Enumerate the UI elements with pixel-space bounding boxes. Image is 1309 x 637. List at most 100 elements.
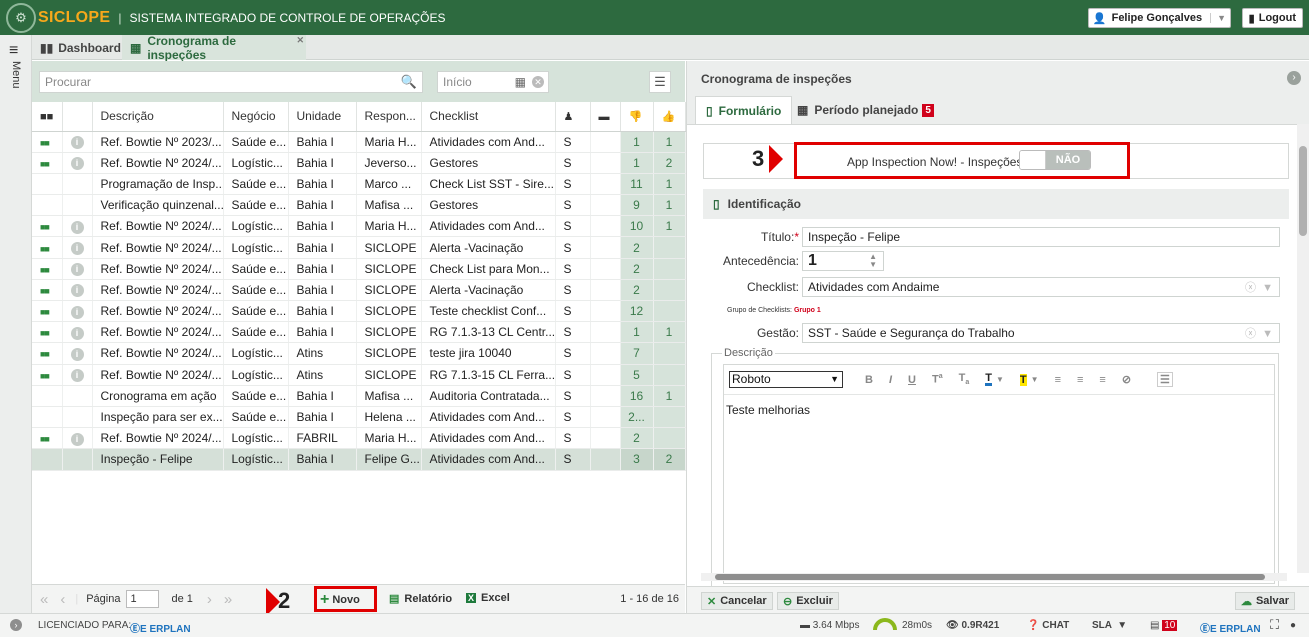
vertical-scrollbar[interactable] [1297, 124, 1309, 573]
scroll-thumb[interactable] [1299, 146, 1307, 236]
fullscreen-icon[interactable]: ⛶ [1270, 617, 1279, 633]
col-group-header[interactable]: ♟ [555, 102, 591, 132]
hamburger-icon[interactable]: ≡ [9, 42, 18, 60]
tab-cronograma[interactable]: ▦ Cronograma de inspeções ✕ [122, 34, 306, 62]
info-icon[interactable]: i [70, 369, 84, 383]
more-options-icon[interactable]: ☰ [1157, 372, 1173, 387]
calendar-icon[interactable]: ▦ [515, 75, 526, 89]
search-icon[interactable]: 🔍 [401, 74, 417, 90]
table-row[interactable]: Inspeção - Felipe Logístic... Bahia I Felip… [32, 448, 686, 471]
info-icon[interactable]: i [70, 136, 84, 150]
notifications[interactable]: ▤ 10 [1150, 620, 1178, 631]
table-row[interactable]: ■■ i Ref. Bowtie Nº 2023/... Saúde e... Bahi… [32, 131, 686, 153]
first-page-icon[interactable]: « [40, 591, 48, 608]
table-row[interactable]: ■■ i Ref. Bowtie Nº 2024/... Saúde e... Bahi… [32, 321, 686, 344]
info-icon[interactable]: i [70, 347, 84, 361]
close-tab-icon[interactable]: ✕ [296, 35, 304, 46]
next-page-icon[interactable]: › [207, 591, 212, 608]
table-row[interactable]: Inspeção para ser ex... Saúde e... Bahia I… [32, 406, 686, 429]
user-menu-button[interactable]: 👤 Felipe Gonçalves ▼ [1087, 8, 1231, 28]
info-icon[interactable]: i [70, 220, 84, 234]
table-row[interactable]: ■■ i Ref. Bowtie Nº 2024/... Logístic... Ati… [32, 364, 686, 386]
table-row[interactable]: ■■ i Ref. Bowtie Nº 2024/... Logístic... Bah… [32, 236, 686, 259]
gestao-select[interactable]: SST - Saúde e Segurança do Trabalho ⓧ ▼ [802, 323, 1280, 343]
col-negocio-header[interactable]: Negócio [223, 102, 289, 132]
col-unidade-header[interactable]: Unidade [288, 102, 357, 132]
scroll-thumb[interactable] [715, 574, 1265, 580]
info-icon[interactable]: i [70, 305, 84, 319]
table-row[interactable]: Programação de Insp... Saúde e... Bahia IM… [32, 173, 686, 196]
sla-menu[interactable]: SLA ▼ [1092, 620, 1127, 631]
horizontal-scrollbar[interactable] [701, 573, 1287, 581]
align-left-icon[interactable]: ≡ [1055, 374, 1061, 386]
titulo-input[interactable]: Inspeção - Felipe [802, 227, 1280, 247]
col-info-header[interactable] [62, 102, 93, 132]
delete-button[interactable]: ⊖ Excluir [777, 592, 839, 610]
info-icon[interactable]: i [70, 284, 84, 298]
col-briefcase-header[interactable]: ▬ [590, 102, 621, 132]
align-right-icon[interactable]: ≡ [1099, 374, 1105, 386]
info-icon[interactable]: i [70, 242, 84, 256]
table-row[interactable]: ■■ i Ref. Bowtie Nº 2024/... Saúde e... Bahi… [32, 258, 686, 280]
last-page-icon[interactable]: » [224, 591, 232, 608]
menu-label[interactable]: Menu [10, 61, 22, 89]
highlight-icon[interactable]: T [1019, 373, 1027, 386]
tab-formulario[interactable]: ▯ Formulário [695, 96, 793, 124]
table-row[interactable]: ■■ i Ref. Bowtie Nº 2024/... Logístic... Ati… [32, 342, 686, 365]
table-row[interactable]: Verificação quinzenal... Saúde e... Bahia … [32, 194, 686, 217]
col-descricao-header[interactable]: Descrição [92, 102, 224, 132]
checklist-select[interactable]: Atividades com Andaime ⓧ ▼ [802, 277, 1280, 297]
italic-icon[interactable]: I [889, 374, 892, 386]
tab-periodo-planejado[interactable]: ▦ Período planejado 5 [787, 96, 944, 124]
description-text[interactable]: Teste melhorias [726, 403, 810, 417]
report-button[interactable]: ▤ Relatório [389, 592, 452, 606]
logout-button[interactable]: ▮ Logout [1241, 8, 1303, 28]
excel-button[interactable]: X Excel [466, 592, 510, 604]
section-identificacao[interactable]: ▯ Identificação [703, 189, 1289, 219]
align-center-icon[interactable]: ≡ [1077, 374, 1083, 386]
table-row[interactable]: ■■ i Ref. Bowtie Nº 2024/... Logístic... Bah… [32, 152, 686, 174]
table-row[interactable]: Cronograma em ação Saúde e... Bahia I Mafis… [32, 385, 686, 407]
link-icon[interactable]: ⊘ [1122, 373, 1131, 386]
chat-button[interactable]: ❓ CHAT [1027, 620, 1069, 631]
clear-and-dropdown-icon[interactable]: ⓧ ▼ [1245, 325, 1273, 343]
col-thumbs-down-header[interactable]: 👎 [620, 102, 654, 132]
col-thumbs-up-header[interactable]: 👍 [653, 102, 686, 132]
cancel-button[interactable]: ✕ Cancelar [701, 592, 773, 610]
search-input[interactable]: Procurar 🔍 [39, 71, 423, 93]
col-responsavel-header[interactable]: Respon... [356, 102, 422, 132]
collapse-panel-icon[interactable]: › [1287, 71, 1301, 85]
info-icon[interactable]: i [70, 157, 84, 171]
settings-icon[interactable]: ● [1290, 620, 1296, 631]
expand-icon[interactable]: › [10, 619, 22, 631]
chevron-down-icon[interactable]: ▼ [996, 375, 1004, 384]
superscript-icon[interactable]: Ta [932, 373, 943, 386]
table-row[interactable]: ■■ i Ref. Bowtie Nº 2024/... Saúde e... Bahi… [32, 279, 686, 302]
tab-dashboard[interactable]: ▮▮ Dashboard [32, 35, 122, 60]
antecedencia-stepper[interactable]: 1 ▲ ▼ [802, 251, 884, 271]
underline-icon[interactable]: U [908, 374, 916, 386]
col-checklist-header[interactable]: Checklist [421, 102, 556, 132]
col-link-header[interactable]: ■■ [32, 102, 63, 132]
table-row[interactable]: ■■ i Ref. Bowtie Nº 2024/... Saúde e... Bahi… [32, 300, 686, 323]
rich-text-editor[interactable]: Roboto ▼ B I U Ta Ta T ▼ T ▼ ≡ ≡ ≡ ⊘ ☰ T… [723, 364, 1275, 584]
side-menu[interactable]: ≡ Menu [0, 35, 32, 613]
font-select[interactable]: Roboto ▼ [729, 371, 843, 388]
chevron-down-icon[interactable]: ▼ [1031, 375, 1039, 384]
table-row[interactable]: ■■ i Ref. Bowtie Nº 2024/... Logístic... Bah… [32, 215, 686, 238]
page-input[interactable]: 1 [126, 590, 160, 608]
table-row[interactable]: ■■ i Ref. Bowtie Nº 2024/... Logístic... FAB… [32, 427, 686, 450]
spin-icon[interactable]: ▲ ▼ [869, 253, 877, 269]
text-color-icon[interactable]: T [985, 373, 992, 386]
save-button[interactable]: ☁ Salvar [1234, 592, 1295, 610]
info-icon[interactable]: i [70, 263, 84, 277]
info-icon[interactable]: i [70, 326, 84, 340]
start-date-input[interactable]: Início ▦ ✕ [437, 71, 549, 93]
subscript-icon[interactable]: Ta [959, 372, 970, 386]
bold-icon[interactable]: B [865, 374, 873, 386]
clear-icon[interactable]: ✕ [532, 76, 544, 88]
prev-page-icon[interactable]: ‹ [60, 591, 65, 608]
clear-and-dropdown-icon[interactable]: ⓧ ▼ [1245, 279, 1273, 297]
info-icon[interactable]: i [70, 432, 84, 446]
columns-menu-button[interactable]: ☰ [649, 71, 671, 93]
